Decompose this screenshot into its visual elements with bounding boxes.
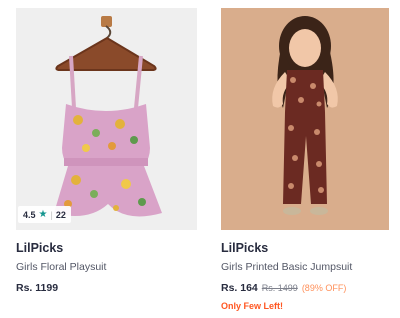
product-mrp: Rs. 1499: [261, 283, 298, 293]
rating-badge: 4.5 ★ | 22: [18, 206, 71, 223]
rating-count: 22: [55, 209, 66, 220]
rating-value: 4.5: [23, 209, 36, 220]
product-image[interactable]: [221, 8, 389, 230]
playsuit-image: [16, 8, 197, 230]
product-card[interactable]: 4.5 ★ | 22 LilPicks Girls Floral Playsui…: [16, 8, 197, 294]
star-icon: ★: [38, 209, 48, 220]
product-brand: LilPicks: [16, 241, 64, 255]
product-image[interactable]: 4.5 ★ | 22: [16, 8, 197, 230]
product-name: Girls Floral Playsuit: [16, 261, 107, 273]
product-card[interactable]: LilPicks Girls Printed Basic Jumpsuit Rs…: [221, 8, 389, 311]
product-name: Girls Printed Basic Jumpsuit: [221, 261, 353, 273]
jumpsuit-image: [221, 8, 389, 230]
stock-warning: Only Few Left!: [221, 301, 284, 311]
rating-separator: |: [50, 209, 53, 220]
product-price: Rs. 164: [221, 282, 258, 294]
product-brand: LilPicks: [221, 241, 269, 255]
price-row: Rs. 1199: [16, 282, 197, 294]
product-price: Rs. 1199: [16, 282, 59, 294]
price-row: Rs. 164 Rs. 1499 (89% OFF): [221, 282, 389, 294]
product-discount: (89% OFF): [301, 283, 347, 293]
